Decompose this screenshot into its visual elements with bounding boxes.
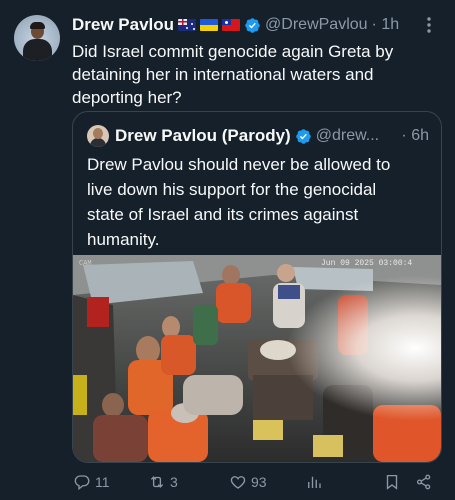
reply-icon bbox=[74, 475, 90, 491]
tweet[interactable]: Drew Pavlou @DrewPavlou · 1h Did Israel … bbox=[0, 0, 455, 500]
heart-icon bbox=[230, 476, 246, 489]
cctv-boat-image: Jun 09 2025 03:00:4 CAM bbox=[73, 255, 441, 462]
bookmark-icon bbox=[386, 474, 398, 490]
analytics-icon bbox=[308, 476, 321, 488]
tweet-time[interactable]: · 1h bbox=[372, 16, 400, 34]
reply-button[interactable]: 11 bbox=[73, 470, 110, 494]
media-timestamp: Jun 09 2025 03:00:4 bbox=[321, 259, 412, 268]
tweet-actions: 11 3 93 bbox=[0, 470, 455, 494]
quoted-tweet-image[interactable]: Jun 09 2025 03:00:4 CAM bbox=[73, 255, 441, 462]
verified-badge-icon bbox=[245, 17, 260, 33]
repost-count: 3 bbox=[170, 474, 178, 490]
like-button[interactable]: 93 bbox=[229, 470, 267, 494]
quoted-tweet-time[interactable]: · 6h bbox=[401, 125, 429, 147]
author-handle[interactable]: @DrewPavlou bbox=[265, 16, 368, 34]
reply-count: 11 bbox=[95, 474, 110, 490]
repost-icon bbox=[150, 476, 164, 488]
quoted-tweet[interactable]: Drew Pavlou (Parody) @drew... · 6h Drew … bbox=[72, 111, 442, 463]
more-options-icon[interactable] bbox=[421, 14, 437, 36]
bookmark-button[interactable] bbox=[383, 470, 401, 494]
share-icon bbox=[416, 474, 431, 490]
quoted-tweet-header: Drew Pavlou (Parody) @drew... bbox=[115, 125, 379, 147]
author-avatar[interactable] bbox=[14, 15, 60, 61]
tweet-text: Did Israel commit genocide again Greta b… bbox=[72, 42, 394, 107]
tweet-header: Drew Pavlou @DrewPavlou · 1h bbox=[72, 14, 399, 36]
quoted-author-name[interactable]: Drew Pavlou (Parody) bbox=[115, 126, 291, 146]
quoted-author-handle[interactable]: @drew... bbox=[316, 127, 379, 145]
views-button[interactable] bbox=[305, 470, 327, 494]
author-name[interactable]: Drew Pavlou bbox=[72, 15, 174, 35]
repost-button[interactable]: 3 bbox=[148, 470, 178, 494]
like-count: 93 bbox=[251, 474, 267, 490]
taiwan-flag-icon bbox=[222, 19, 241, 31]
quoted-verified-badge-icon bbox=[295, 128, 311, 144]
ukraine-flag-icon bbox=[200, 19, 219, 31]
share-button[interactable] bbox=[415, 470, 433, 494]
australia-flag-icon bbox=[178, 19, 197, 31]
quoted-tweet-text: Drew Pavlou should never be allowed to l… bbox=[87, 155, 391, 249]
svg-text:CAM: CAM bbox=[79, 260, 92, 268]
quoted-author-avatar[interactable] bbox=[87, 125, 109, 147]
